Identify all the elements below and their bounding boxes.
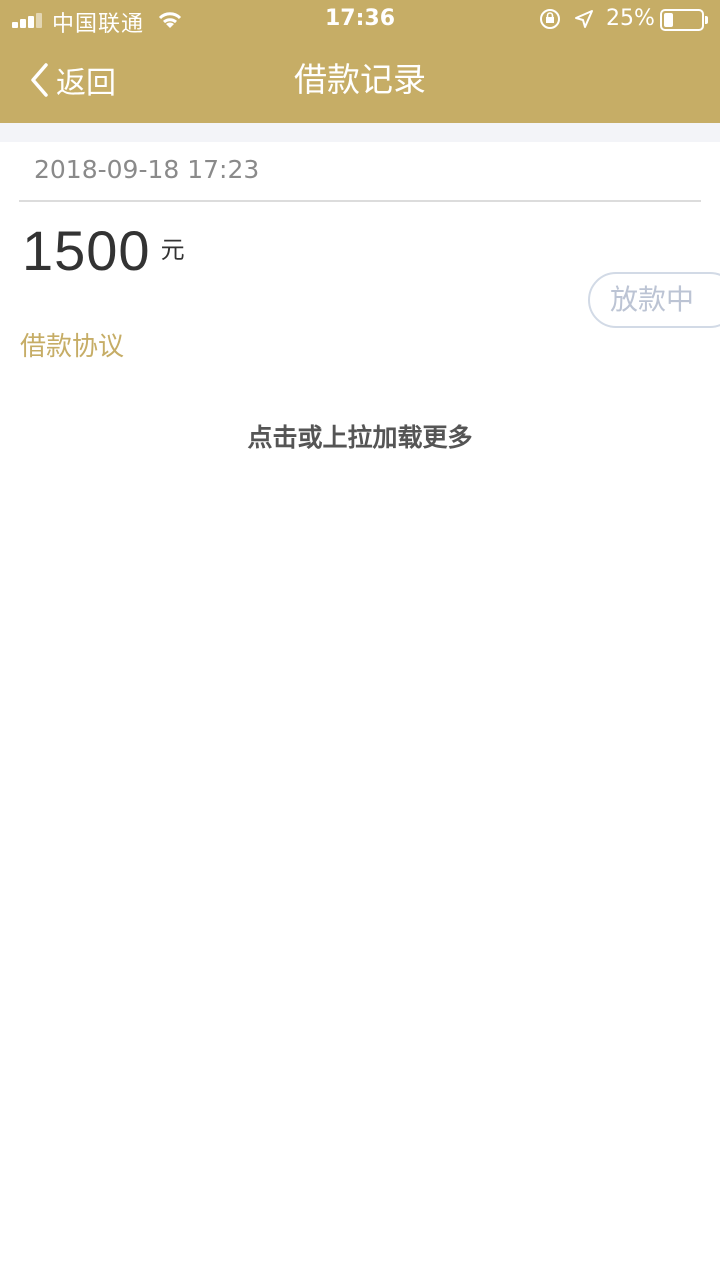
battery-icon <box>660 9 704 31</box>
status-badge: 放款中 <box>588 272 720 328</box>
record-date: 2018-09-18 17:23 <box>34 155 260 184</box>
status-bar: 中国联通 17:36 25% <box>0 0 720 40</box>
location-arrow-icon <box>575 10 593 28</box>
divider <box>19 200 701 202</box>
amount-unit: 元 <box>160 236 185 264</box>
app-header: 中国联通 17:36 25% 返回 借款记录 <box>0 0 720 123</box>
rotation-lock-icon <box>540 9 560 29</box>
battery-percent: 25% <box>606 6 655 31</box>
loan-agreement-link[interactable]: 借款协议 <box>20 326 124 363</box>
page-title: 借款记录 <box>294 60 426 99</box>
battery-nub <box>705 16 708 24</box>
load-more-button[interactable]: 点击或上拉加载更多 <box>0 418 720 454</box>
loan-amount: 1500 元 <box>22 218 185 283</box>
battery-level-fill <box>664 13 673 27</box>
amount-value: 1500 <box>22 219 151 282</box>
section-gap <box>0 123 720 142</box>
